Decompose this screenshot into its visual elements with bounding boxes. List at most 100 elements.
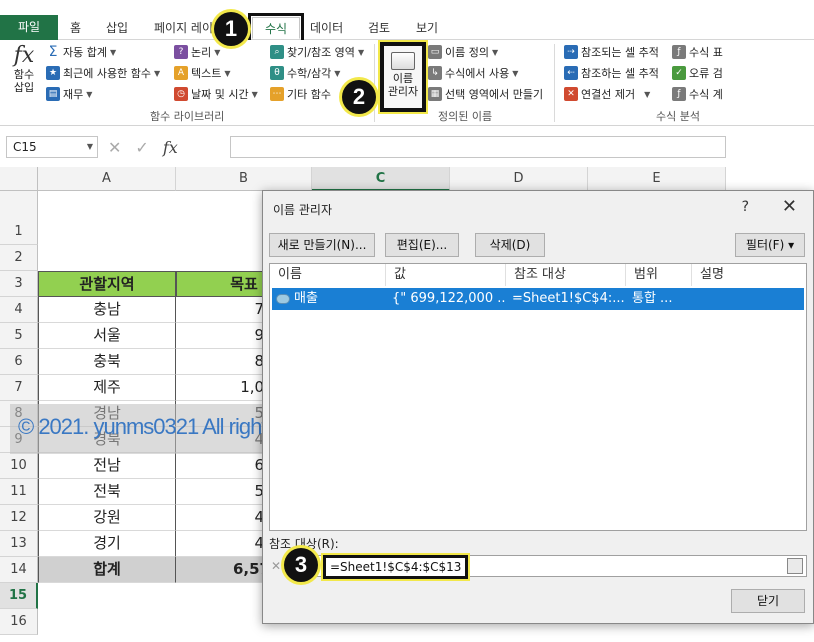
select-all-corner[interactable] bbox=[0, 167, 38, 191]
math-button[interactable]: θ 수학/삼각 ▼ bbox=[270, 64, 340, 82]
datetime-button[interactable]: ◷ 날짜 및 시간 ▼ bbox=[174, 85, 258, 103]
help-icon[interactable]: ? bbox=[742, 199, 749, 215]
autosum-button[interactable]: Σ 자동 합계 ▼ bbox=[46, 43, 117, 61]
formula-input[interactable] bbox=[230, 136, 726, 158]
row-header-2[interactable]: 2 bbox=[0, 245, 38, 271]
table-row-region[interactable]: 경기 bbox=[38, 531, 176, 557]
more-icon: ⋯ bbox=[270, 87, 284, 101]
tab-data[interactable]: 데이터 bbox=[304, 17, 349, 39]
row-header-4[interactable]: 4 bbox=[0, 297, 38, 323]
new-name-button[interactable]: 새로 만들기(N)... bbox=[269, 233, 375, 257]
tab-view[interactable]: 보기 bbox=[410, 17, 444, 39]
financial-button[interactable]: ▤ 재무 ▼ bbox=[46, 85, 92, 103]
tab-review[interactable]: 검토 bbox=[362, 17, 396, 39]
row-header-14[interactable]: 14 bbox=[0, 557, 38, 583]
evaluate-icon: ƒ bbox=[672, 87, 686, 101]
row-header-3[interactable]: 3 bbox=[0, 271, 38, 297]
name-manager-label-2: 관리자 bbox=[387, 85, 419, 98]
more-functions-button[interactable]: ⋯ 기타 함수 bbox=[270, 85, 331, 103]
chevron-down-icon[interactable]: ▼ bbox=[87, 137, 93, 157]
row-header-1[interactable]: 1 bbox=[0, 191, 38, 245]
refers-to-value[interactable]: =Sheet1!$C$4:$C$13 bbox=[320, 553, 471, 581]
column-header-a[interactable]: A bbox=[38, 167, 176, 191]
error-checking-button[interactable]: ✓ 오류 검 bbox=[672, 64, 723, 82]
tab-home[interactable]: 홈 bbox=[64, 17, 87, 39]
table-total-label[interactable]: 합계 bbox=[38, 557, 176, 583]
create-from-selection-button[interactable]: ▦ 선택 영역에서 만들기 bbox=[428, 85, 543, 103]
cancel-icon[interactable]: ✕ bbox=[271, 559, 285, 573]
chevron-down-icon: ▼ bbox=[214, 47, 221, 57]
sigma-icon: Σ bbox=[48, 44, 58, 60]
row-header-16[interactable]: 16 bbox=[0, 609, 38, 635]
names-list[interactable]: 이름 값 참조 대상 범위 설명 매출 {" 699,122,000 ... =… bbox=[269, 263, 807, 531]
row-header-11[interactable]: 11 bbox=[0, 479, 38, 505]
row-refers-to: =Sheet1!$C$4:... bbox=[512, 291, 624, 306]
trace-dependents-button[interactable]: ⇠ 참조하는 셀 추적 bbox=[564, 64, 659, 82]
filter-button[interactable]: 필터(F) ▾ bbox=[735, 233, 805, 257]
row-header-5[interactable]: 5 bbox=[0, 323, 38, 349]
row-header-12[interactable]: 12 bbox=[0, 505, 38, 531]
column-header-b[interactable]: B bbox=[176, 167, 312, 191]
row-header-6[interactable]: 6 bbox=[0, 349, 38, 375]
formula-bar: C15 ▼ ✕ ✓ fx bbox=[0, 132, 814, 162]
text-functions-button[interactable]: A 텍스트 ▼ bbox=[174, 64, 231, 82]
name-manager-button[interactable]: 이름 관리자 bbox=[378, 40, 428, 114]
close-icon[interactable]: ✕ bbox=[782, 196, 797, 217]
recent-functions-button[interactable]: ★ 최근에 사용한 함수 ▼ bbox=[46, 64, 160, 82]
row-header-7[interactable]: 7 bbox=[0, 375, 38, 401]
question-icon: ? bbox=[174, 45, 188, 59]
table-row-region[interactable]: 전북 bbox=[38, 479, 176, 505]
column-header-comment[interactable]: 설명 bbox=[692, 264, 808, 286]
range-select-icon[interactable] bbox=[787, 558, 803, 574]
row-header-13[interactable]: 13 bbox=[0, 531, 38, 557]
dialog-title: 이름 관리자 bbox=[273, 203, 333, 217]
tab-page-layout[interactable]: 페이지 레이 bbox=[148, 17, 219, 39]
define-name-button[interactable]: ▭ 이름 정의 ▼ bbox=[428, 43, 498, 61]
row-header-10[interactable]: 10 bbox=[0, 453, 38, 479]
column-header-name[interactable]: 이름 bbox=[270, 264, 386, 286]
column-header-scope[interactable]: 범위 bbox=[626, 264, 692, 286]
table-row-region[interactable]: 충남 bbox=[38, 297, 176, 323]
table-row-region[interactable]: 충북 bbox=[38, 349, 176, 375]
row-header-15[interactable]: 15 bbox=[0, 583, 38, 609]
close-button[interactable]: 닫기 bbox=[731, 589, 805, 613]
lookup-button[interactable]: ⌕ 찾기/참조 영역 ▼ bbox=[270, 43, 364, 61]
edit-name-button[interactable]: 편집(E)... bbox=[385, 233, 459, 257]
logic-label: 논리 bbox=[191, 46, 212, 59]
name-box[interactable]: C15 ▼ bbox=[6, 136, 98, 158]
column-header-d[interactable]: D bbox=[450, 167, 588, 191]
tab-formulas[interactable]: 수식 bbox=[248, 13, 304, 43]
logical-button[interactable]: ? 논리 ▼ bbox=[174, 43, 220, 61]
table-row-region[interactable]: 전남 bbox=[38, 453, 176, 479]
column-header-e[interactable]: E bbox=[588, 167, 726, 191]
tab-file[interactable]: 파일 bbox=[0, 15, 58, 40]
column-header-c[interactable]: C bbox=[312, 167, 450, 191]
table-row-region[interactable]: 강원 bbox=[38, 505, 176, 531]
text-icon: A bbox=[174, 66, 188, 80]
insert-function-label-2: 삽입 bbox=[13, 81, 35, 94]
table-row-region[interactable]: 제주 bbox=[38, 375, 176, 401]
error-checking-label: 오류 검 bbox=[689, 67, 723, 80]
trace-precedents-button[interactable]: ⇢ 참조되는 셀 추적 bbox=[564, 43, 659, 61]
use-in-formula-button[interactable]: ↳ 수식에서 사용 ▼ bbox=[428, 64, 518, 82]
group-separator bbox=[554, 44, 555, 122]
show-formulas-button[interactable]: ƒ 수식 표 bbox=[672, 43, 723, 61]
table-header-cell[interactable]: 관할지역 bbox=[38, 271, 176, 297]
tab-insert[interactable]: 삽입 bbox=[100, 17, 134, 39]
trace-dependents-label: 참조하는 셀 추적 bbox=[581, 67, 659, 80]
list-item[interactable]: 매출 {" 699,122,000 ... =Sheet1!$C$4:... 통… bbox=[272, 288, 804, 310]
insert-function-button[interactable]: fx 함수 삽입 bbox=[6, 44, 42, 95]
remove-arrows-label: 연결선 제거 bbox=[581, 88, 636, 101]
table-row-region[interactable]: 서울 bbox=[38, 323, 176, 349]
confirm-icon[interactable]: ✓ bbox=[135, 138, 148, 157]
column-header-refers-to[interactable]: 참조 대상 bbox=[506, 264, 626, 286]
insert-function-icon[interactable]: fx bbox=[163, 138, 178, 157]
name-manager-dialog: 이름 관리자 ? ✕ 새로 만들기(N)... 편집(E)... 삭제(D) 필… bbox=[262, 190, 814, 624]
delete-name-button[interactable]: 삭제(D) bbox=[475, 233, 545, 257]
finance-label: 재무 bbox=[63, 88, 84, 101]
cancel-icon[interactable]: ✕ bbox=[108, 138, 121, 157]
evaluate-formula-button[interactable]: ƒ 수식 계 bbox=[672, 85, 723, 103]
row-name: 매출 bbox=[294, 291, 318, 306]
column-header-value[interactable]: 값 bbox=[386, 264, 506, 286]
remove-arrows-button[interactable]: ✕ 연결선 제거 ▼ bbox=[564, 85, 650, 103]
